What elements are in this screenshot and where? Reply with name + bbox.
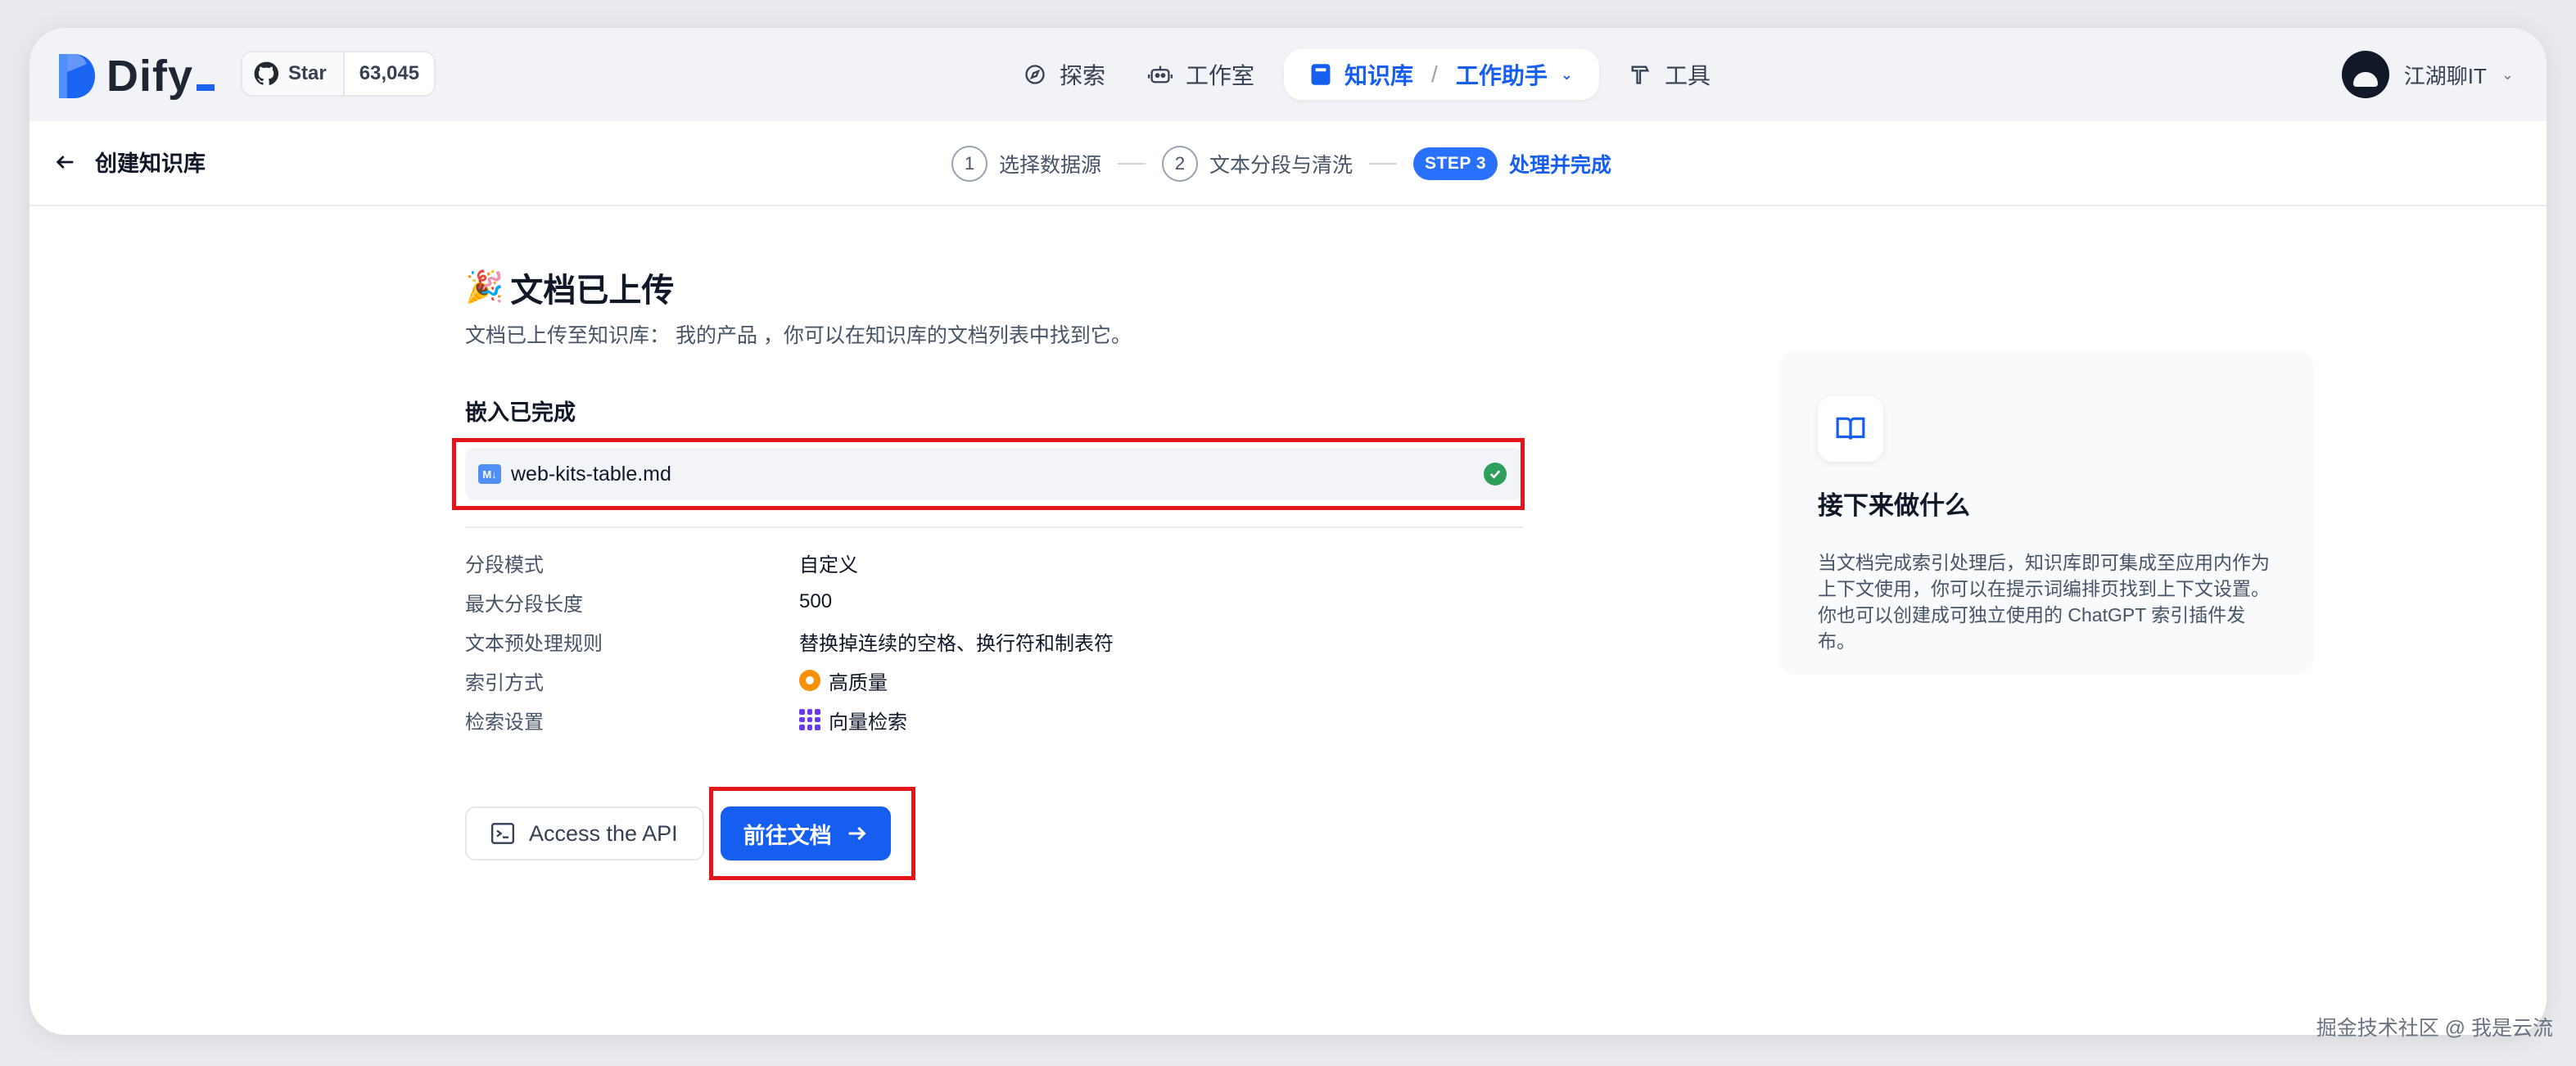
primary-button-wrap: 前往文档 bbox=[708, 787, 915, 880]
page-description: 文档已上传至知识库： 我的产品 ，你可以在知识库的文档列表中找到它。 bbox=[465, 324, 1132, 347]
step-badge: STEP 3 bbox=[1413, 147, 1498, 180]
step-label: 处理并完成 bbox=[1509, 154, 1612, 177]
info-key: 文本预处理规则 bbox=[465, 632, 603, 655]
step-3: STEP 3 处理并完成 bbox=[1413, 147, 1611, 180]
info-value: 向量检索 bbox=[829, 711, 907, 734]
info-key: 最大分段长度 bbox=[465, 593, 583, 616]
info-value: 500 bbox=[799, 590, 833, 612]
nav-explore-label: 探索 bbox=[1060, 63, 1106, 88]
book-open-icon bbox=[1818, 396, 1883, 462]
github-star-count: 63,045 bbox=[359, 62, 420, 84]
info-row: 最大分段长度 500 bbox=[465, 582, 1562, 621]
info-value: 替换掉连续的空格、换行符和制表符 bbox=[799, 632, 1114, 655]
info-row: 分段模式 自定义 bbox=[465, 543, 1562, 582]
back-label: 创建知识库 bbox=[95, 151, 206, 176]
main-nav: 探索 工作室 知识库 / 工作助手 ⌄ 工具 bbox=[1002, 49, 1732, 100]
file-name: web-kits-table.md bbox=[511, 462, 671, 486]
step-1: 1 选择数据源 bbox=[951, 146, 1101, 182]
step-2: 2 文本分段与清洗 bbox=[1162, 146, 1353, 182]
app-window: Dify Star 63,045 探索 工作室 知识库 / 工作助手 ⌄ 工具 … bbox=[29, 28, 2547, 1035]
info-key: 分段模式 bbox=[465, 553, 544, 576]
info-row: 文本预处理规则 替换掉连续的空格、换行符和制表符 bbox=[465, 621, 1562, 661]
check-circle-icon bbox=[1484, 463, 1507, 486]
top-nav: Dify Star 63,045 探索 工作室 知识库 / 工作助手 ⌄ 工具 … bbox=[29, 28, 2547, 121]
page-title: 文档已上传 bbox=[510, 273, 675, 309]
nav-knowledge[interactable]: 知识库 / 工作助手 ⌄ bbox=[1284, 49, 1599, 100]
stepper: 1 选择数据源 2 文本分段与清洗 STEP 3 处理并完成 bbox=[951, 146, 1611, 182]
markdown-file-icon: M↓ bbox=[478, 464, 501, 484]
section-title: 嵌入已完成 bbox=[465, 400, 576, 425]
info-key: 检索设置 bbox=[465, 711, 544, 734]
github-star-label: Star bbox=[288, 62, 327, 84]
user-menu[interactable]: 江湖聊IT ⌄ bbox=[2341, 49, 2514, 100]
nav-studio[interactable]: 工作室 bbox=[1127, 49, 1276, 100]
file-row[interactable]: M↓ web-kits-table.md bbox=[452, 438, 1525, 510]
dify-logo[interactable]: Dify bbox=[56, 51, 215, 102]
info-value: 自定义 bbox=[799, 553, 858, 576]
go-to-documents-button[interactable]: 前往文档 bbox=[720, 806, 891, 860]
user-name: 江湖聊IT bbox=[2403, 63, 2487, 88]
nav-tools[interactable]: 工具 bbox=[1607, 49, 1732, 100]
step-label: 选择数据源 bbox=[999, 154, 1102, 177]
step-number: 1 bbox=[951, 146, 987, 182]
terminal-icon bbox=[491, 823, 514, 844]
access-api-button[interactable]: Access the API bbox=[465, 806, 704, 860]
arrow-right-icon bbox=[848, 826, 866, 841]
divider bbox=[465, 526, 1523, 528]
back-button[interactable]: 创建知识库 bbox=[54, 146, 206, 178]
watermark: 掘金技术社区 @ 我是云流 bbox=[2316, 1017, 2553, 1040]
next-steps-title: 接下来做什么 bbox=[1818, 491, 1970, 520]
nav-studio-label: 工作室 bbox=[1186, 63, 1255, 88]
avatar[interactable] bbox=[2341, 51, 2389, 98]
github-star-button[interactable]: Star bbox=[242, 52, 345, 95]
info-value: 高质量 bbox=[829, 671, 888, 694]
nav-explore[interactable]: 探索 bbox=[1002, 49, 1127, 100]
robot-icon bbox=[1148, 65, 1173, 84]
dify-logo-icon bbox=[59, 54, 95, 98]
main-content: 🎉 文档已上传 文档已上传至知识库： 我的产品 ，你可以在知识库的文档列表中找到… bbox=[452, 264, 1562, 880]
settings-summary: 分段模式 自定义 最大分段长度 500 文本预处理规则 替换掉连续的空格、换行符… bbox=[465, 543, 1562, 739]
nav-knowledge-current[interactable]: 工作助手 bbox=[1456, 58, 1548, 91]
arrow-left-icon bbox=[56, 155, 74, 169]
github-star-badge[interactable]: Star 63,045 bbox=[241, 51, 436, 97]
step-label: 文本分段与清洗 bbox=[1209, 154, 1354, 177]
sub-header: 创建知识库 1 选择数据源 2 文本分段与清洗 STEP 3 处理并完成 bbox=[29, 121, 2547, 206]
nav-separator: / bbox=[1431, 61, 1438, 87]
high-quality-icon bbox=[799, 670, 820, 691]
step-number: 2 bbox=[1162, 146, 1199, 182]
book-icon bbox=[1311, 64, 1331, 85]
info-key: 索引方式 bbox=[465, 671, 544, 694]
chevron-down-icon: ⌄ bbox=[2501, 65, 2514, 83]
step-divider bbox=[1369, 163, 1398, 165]
vector-grid-icon bbox=[799, 709, 820, 730]
next-steps-description: 当文档完成索引处理后，知识库即可集成至应用内作为上下文使用，你可以在提示词编排页… bbox=[1818, 552, 2270, 652]
github-icon bbox=[254, 61, 278, 85]
nav-tools-label: 工具 bbox=[1664, 63, 1711, 88]
info-row: 检索设置 向量检索 bbox=[465, 700, 1562, 739]
compass-icon bbox=[1025, 65, 1045, 84]
info-row: 索引方式 高质量 bbox=[465, 661, 1562, 700]
access-api-label: Access the API bbox=[529, 820, 678, 846]
title-row: 🎉 文档已上传 bbox=[465, 264, 1562, 311]
step-divider bbox=[1118, 163, 1146, 165]
party-popper-icon: 🎉 bbox=[465, 270, 504, 305]
hammer-icon bbox=[1631, 65, 1650, 84]
dify-logo-text: Dify bbox=[106, 51, 215, 102]
nav-knowledge-label: 知识库 bbox=[1344, 63, 1414, 88]
next-steps-card: 接下来做什么 当文档完成索引处理后，知识库即可集成至应用内作为上下文使用，你可以… bbox=[1778, 350, 2314, 675]
info-value-with-icon: 向量检索 bbox=[799, 706, 907, 734]
action-bar: Access the API 前往文档 bbox=[465, 787, 1562, 880]
info-value-with-icon: 高质量 bbox=[799, 666, 888, 695]
go-to-documents-label: 前往文档 bbox=[743, 823, 832, 848]
chevron-down-icon[interactable]: ⌄ bbox=[1561, 66, 1573, 84]
